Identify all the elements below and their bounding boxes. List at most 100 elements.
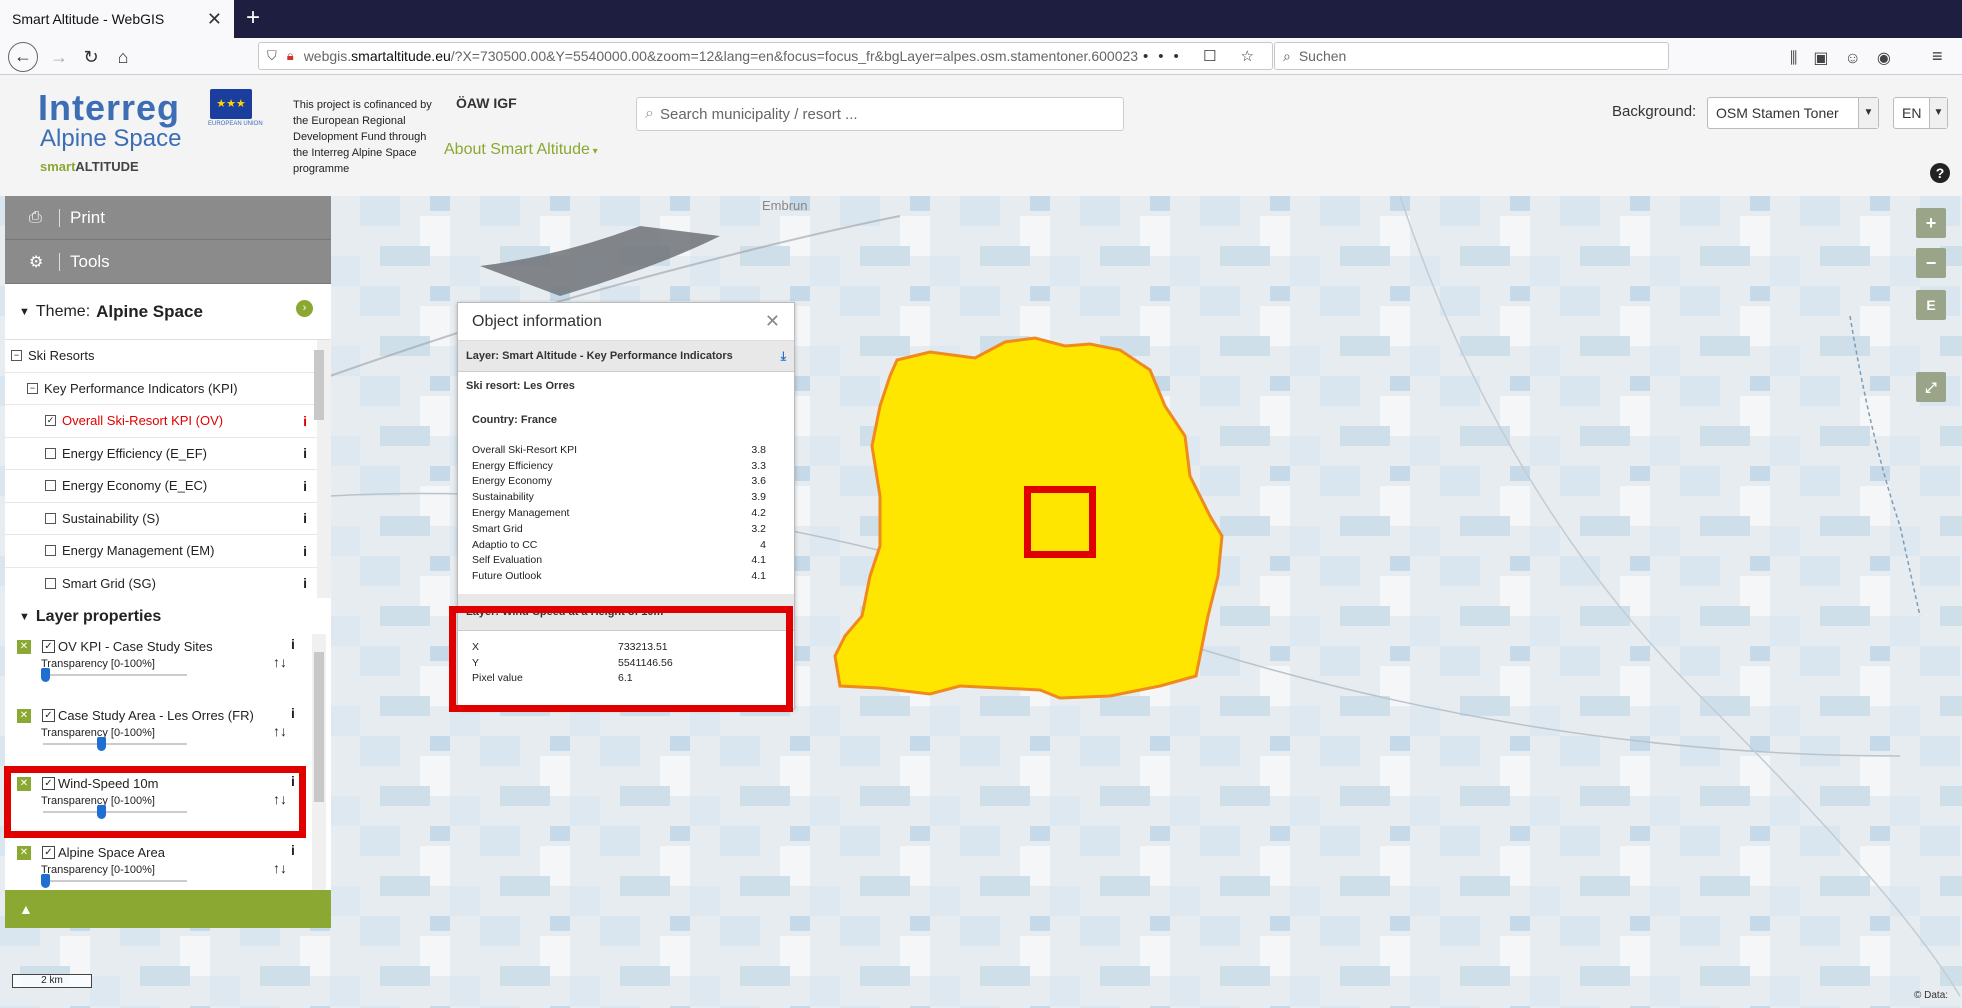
layer-checkbox[interactable] [45, 480, 56, 492]
info-icon[interactable]: i [303, 445, 307, 461]
tree-group-kpi[interactable]: − Key Performance Indicators (KPI) [5, 373, 317, 405]
print-label: Print [70, 207, 105, 227]
page-actions-icon[interactable]: ••• ☐ ☆ [1143, 47, 1264, 65]
layer-name: Case Study Area - Les Orres (FR) [58, 707, 254, 723]
background-label: Background: [1612, 103, 1697, 120]
tools-panel-header[interactable]: ⚙ Tools [5, 240, 331, 284]
kpi-row: Overall Ski-Resort KPI 3.8 [472, 443, 766, 456]
layer-checkbox[interactable] [45, 577, 56, 589]
transparency-slider[interactable] [41, 873, 187, 888]
tree-scrollbar[interactable] [312, 334, 326, 592]
browser-search-bar[interactable]: ⌕ Suchen [1274, 42, 1669, 70]
tree-group-ski-resorts[interactable]: − Ski Resorts [5, 340, 317, 373]
layer-visibility-checkbox[interactable]: ✓ [42, 708, 55, 722]
info-icon[interactable]: i [303, 575, 307, 591]
url-bar[interactable]: ⛉ 🔒︎ webgis.smartaltitude.eu/?X=730500.0… [258, 42, 1273, 70]
slider-handle[interactable] [41, 668, 50, 682]
layer-checkbox[interactable]: ✓ [45, 415, 56, 427]
chevron-up-icon: ▲ [19, 901, 33, 917]
remove-layer-icon[interactable]: ✕ [17, 845, 31, 860]
close-tab-icon[interactable]: ✕ [207, 9, 222, 30]
home-icon[interactable]: ⌂ [108, 42, 138, 72]
chevron-down-icon: ▼ [1929, 98, 1947, 128]
print-panel-header[interactable]: ⎙ Print [5, 196, 331, 240]
municipality-search-input[interactable]: ⌕ Search municipality / resort ... [636, 97, 1124, 131]
info-icon[interactable]: i [291, 705, 295, 721]
layer-checkbox[interactable] [45, 512, 56, 524]
layer-name: Alpine Space Area [58, 844, 165, 860]
about-dropdown[interactable]: About Smart Altitude ▾ [444, 141, 598, 159]
tree-item-sustainability[interactable]: Sustainability (S) i [5, 503, 317, 535]
zoom-in-button[interactable]: + [1916, 208, 1946, 238]
triangle-down-icon: ▼ [19, 611, 30, 623]
zoom-out-button[interactable]: − [1916, 248, 1946, 278]
forward-arrow-icon[interactable]: → [44, 42, 74, 72]
map-attribution[interactable]: © Data: [1914, 990, 1948, 1001]
popup-header: Object information ✕ [458, 303, 794, 341]
zoom-extent-button[interactable]: E [1916, 290, 1946, 320]
reload-icon[interactable]: ↻ [76, 42, 106, 72]
back-arrow-icon[interactable]: ← [8, 42, 38, 72]
info-icon[interactable]: i [303, 510, 307, 526]
kpi-list: Overall Ski-Resort KPI 3.8 Energy Efficie… [458, 442, 794, 584]
background-select[interactable]: OSM Stamen Toner ▼ [1707, 97, 1879, 129]
scroll-thumb[interactable] [314, 350, 324, 420]
info-icon[interactable]: i [291, 636, 295, 652]
theme-name: Alpine Space [96, 301, 203, 321]
layer-checkbox[interactable] [45, 545, 56, 557]
theme-selector[interactable]: ▼ Theme: Alpine Space › [5, 284, 331, 340]
logo-altitude-text: ALTITUDE [75, 159, 139, 174]
language-select[interactable]: EN ▼ [1893, 97, 1948, 129]
slider-handle[interactable] [41, 873, 50, 888]
browser-tab[interactable]: Smart Altitude - WebGIS ✕ [0, 0, 234, 38]
tree-item-overall-kpi[interactable]: ✓ Overall Ski-Resort KPI (OV) i [5, 405, 317, 438]
background-value: OSM Stamen Toner [1716, 105, 1839, 121]
layer-visibility-checkbox[interactable]: ✓ [42, 640, 55, 653]
toolbar-icons[interactable]: ⫼▣☺◉ [1790, 48, 1907, 68]
kpi-row: Sustainability 3.9 [472, 491, 766, 504]
scroll-thumb[interactable] [314, 652, 324, 802]
fullscreen-icon[interactable]: ⤢ [1916, 372, 1946, 402]
info-icon[interactable]: i [291, 842, 295, 858]
transparency-label: Transparency [0-100%] [41, 863, 155, 876]
layer-properties-header[interactable]: ▼ Layer properties [5, 598, 331, 636]
new-tab-button[interactable]: + [238, 4, 268, 34]
download-icon[interactable]: ⤓ [781, 349, 786, 364]
reorder-arrows-icon[interactable]: ↑↓ [273, 723, 287, 739]
search-icon: ⌕ [645, 105, 654, 122]
transparency-slider[interactable] [43, 736, 187, 751]
collapse-icon[interactable]: − [11, 350, 22, 362]
logo-smart-text: smart [40, 159, 76, 174]
sidebar-collapse-button[interactable]: ▲ [5, 890, 331, 928]
layer-scrollbar[interactable] [312, 634, 326, 890]
insecure-lock-icon[interactable]: 🔒︎ [287, 48, 294, 64]
slider-handle[interactable] [97, 736, 106, 751]
layer-entry: ✕ ✓ Alpine Space Area Transparency [0-10… [5, 842, 331, 889]
browser-search-placeholder: Suchen [1298, 48, 1347, 64]
tree-item-energy-efficiency[interactable]: Energy Efficiency (E_EF) i [5, 438, 317, 470]
chevron-right-icon[interactable]: › [296, 300, 313, 317]
close-icon[interactable]: ✕ [765, 311, 780, 332]
info-icon[interactable]: i [303, 413, 307, 429]
popup-title: Object information [472, 313, 602, 330]
remove-layer-icon[interactable]: ✕ [17, 708, 31, 723]
collapse-icon[interactable]: − [27, 382, 38, 394]
url-text[interactable]: webgis.smartaltitude.eu/?X=730500.00&Y=5… [304, 48, 1143, 64]
tree-item-energy-management[interactable]: Energy Management (EM) i [5, 535, 317, 568]
layer-visibility-checkbox[interactable]: ✓ [42, 845, 55, 859]
tree-item-smart-grid[interactable]: Smart Grid (SG) i [5, 568, 317, 599]
reorder-arrows-icon[interactable]: ↑↓ [273, 860, 287, 876]
tree-label: Overall Ski-Resort KPI (OV) [62, 413, 224, 429]
interreg-logo[interactable]: Interreg [38, 87, 180, 129]
eu-label: EUROPEAN UNION [208, 121, 263, 127]
transparency-slider[interactable] [41, 668, 187, 682]
hamburger-menu-icon[interactable]: ≡ [1932, 46, 1943, 67]
shield-icon[interactable]: ⛉ [267, 48, 277, 64]
remove-layer-icon[interactable]: ✕ [17, 640, 31, 654]
layer-checkbox[interactable] [45, 447, 56, 459]
info-icon[interactable]: i [303, 543, 307, 559]
info-icon[interactable]: i [303, 478, 307, 494]
reorder-arrows-icon[interactable]: ↑↓ [273, 654, 287, 670]
help-icon[interactable]: ? [1930, 163, 1950, 183]
tree-item-energy-economy[interactable]: Energy Economy (E_EC) i [5, 470, 317, 503]
